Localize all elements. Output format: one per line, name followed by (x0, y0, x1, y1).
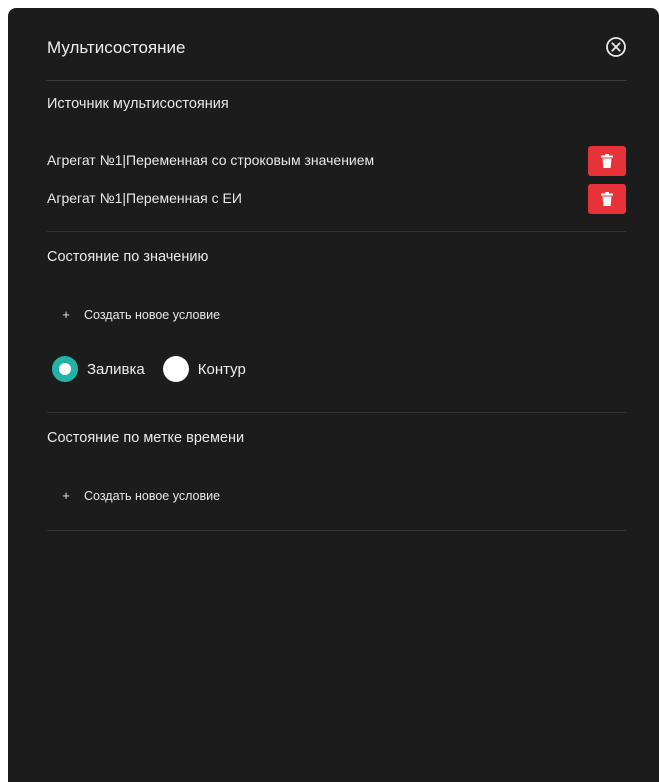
section-divider (47, 231, 626, 232)
multistate-dialog: Мультисостояние Источник мультисостояния… (8, 8, 659, 782)
fill-mode-radio-group: Заливка Контур (52, 356, 264, 382)
radio-checked-indicator (52, 356, 78, 382)
radio-outline[interactable]: Контур (162, 356, 246, 382)
create-condition-label: Создать новое условие (84, 488, 221, 503)
close-button[interactable] (605, 36, 627, 58)
create-value-condition-button[interactable]: + Создать новое условие (60, 307, 220, 322)
radio-outline-label: Контур (197, 360, 246, 378)
radio-fill-label: Заливка (87, 360, 145, 378)
dialog-header: Мультисостояние (46, 32, 627, 81)
trash-icon (601, 192, 613, 206)
delete-source-button[interactable] (588, 184, 626, 214)
radio-fill[interactable]: Заливка (52, 356, 145, 382)
source-section-title: Источник мультисостояния (47, 96, 229, 112)
dialog-title: Мультисостояние (47, 38, 186, 57)
delete-source-button[interactable] (588, 146, 626, 176)
value-state-section-title: Состояние по значению (47, 249, 209, 265)
close-circle-icon (606, 37, 626, 57)
source-item-label: Агрегат №1|Переменная со строковым значе… (47, 152, 375, 168)
plus-icon: + (62, 488, 70, 503)
create-time-condition-button[interactable]: + Создать новое условие (60, 488, 220, 503)
source-item: Агрегат №1|Переменная с ЕИ (47, 184, 626, 214)
plus-icon: + (62, 307, 70, 322)
source-item: Агрегат №1|Переменная со строковым значе… (47, 146, 626, 176)
time-state-section-title: Состояние по метке времени (47, 430, 245, 446)
section-divider (47, 530, 626, 531)
radio-unchecked-indicator (162, 356, 189, 382)
trash-icon (601, 154, 613, 168)
create-condition-label: Создать новое условие (84, 307, 221, 322)
source-item-label: Агрегат №1|Переменная с ЕИ (47, 190, 242, 206)
section-divider (47, 412, 626, 413)
